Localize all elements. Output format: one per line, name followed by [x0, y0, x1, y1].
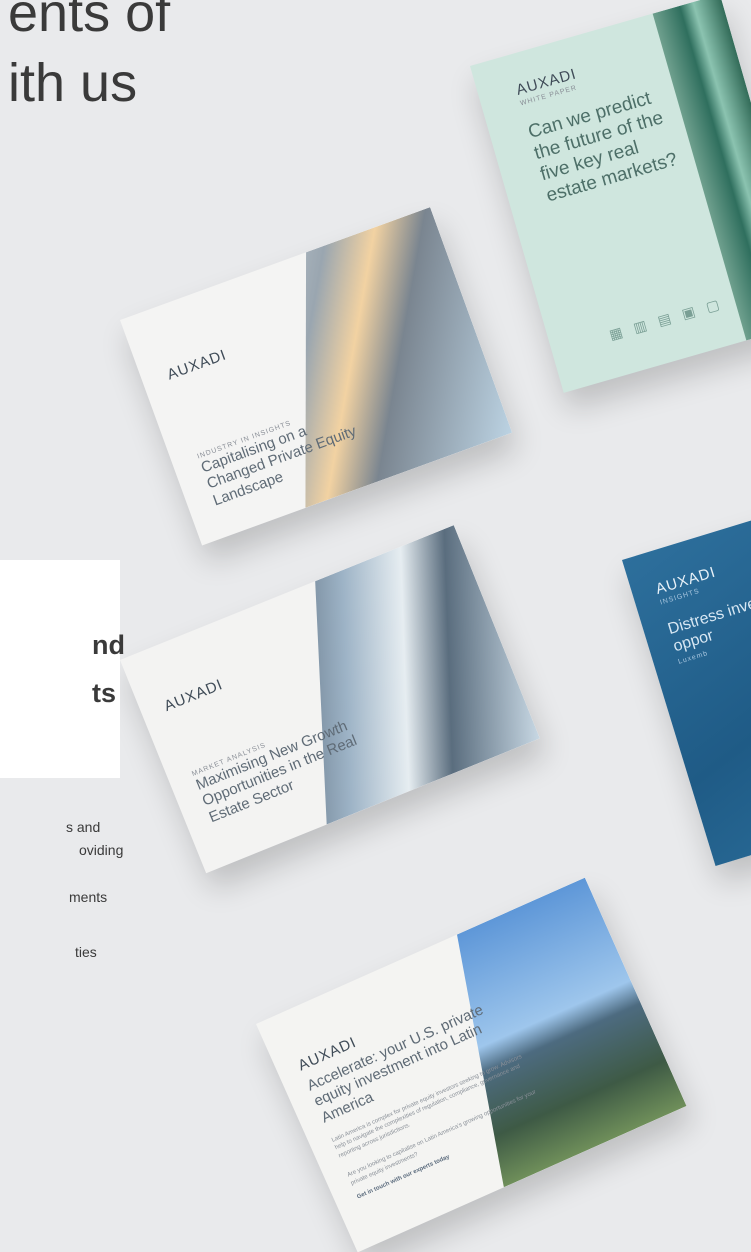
property-icons: ▦ ▥ ▤ ▣ ▢ [607, 294, 725, 343]
panel-heading-line-1: nd [92, 630, 125, 660]
panel-heading-line-2: ts [92, 678, 117, 708]
cover-private-equity: AUXADI INDUSTRY IN INSIGHTS Capitalising… [120, 207, 513, 546]
info-panel: nd ts s and oviding ments ties [0, 560, 125, 959]
cover-title: Can we predict the future of the five ke… [525, 87, 680, 206]
cover-title: Capitalising on a Changed Private Equity… [198, 422, 359, 509]
panel-text-line: ties [75, 944, 97, 960]
cover-latin-america: AUXADI Accelerate: your U.S. private equ… [256, 877, 687, 1252]
panel-text-line: s and [66, 819, 101, 835]
cover-brand: AUXADI [164, 346, 229, 384]
headline-line-1: ents of [8, 0, 171, 43]
panel-text-line: ments [69, 889, 108, 905]
cover-insights: AUXADI INSIGHTS Distress investm oppor L… [622, 501, 751, 867]
cover-market-analysis: AUXADI MARKET ANALYSIS Maximising New Gr… [120, 525, 540, 874]
cover-brand: AUXADI [161, 676, 226, 715]
headline-line-2: ith us [8, 53, 138, 113]
cover-white-paper: AUXADI WHITE PAPER Can we predict the fu… [470, 0, 751, 393]
panel-text-line: oviding [79, 842, 124, 858]
